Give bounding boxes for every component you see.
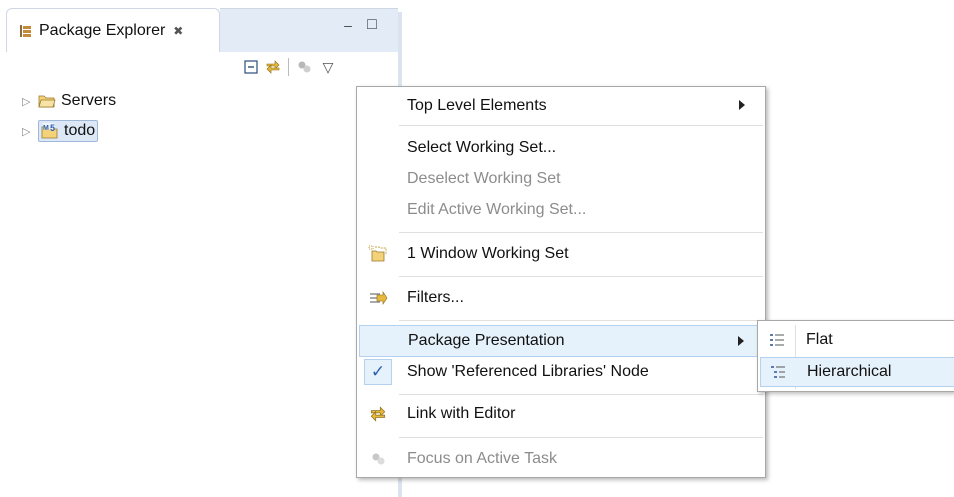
menu-separator (399, 394, 763, 395)
menu-item-select-working-set[interactable]: Select Working Set... (359, 133, 763, 163)
collapse-all-icon[interactable] (240, 56, 262, 78)
web-project-icon: M5 (41, 123, 59, 139)
tab-title: Package Explorer (39, 21, 166, 39)
menu-item-package-presentation[interactable]: Package Presentation (359, 325, 763, 357)
menu-item-label: Select Working Set... (407, 139, 557, 156)
menu-item-focus-on-active-task[interactable]: Focus on Active Task (359, 444, 763, 474)
checkmark-icon: ✓ (364, 359, 392, 385)
tree-item-servers[interactable]: ▷ Servers (22, 88, 116, 114)
package-presentation-submenu: Flat Hierarchical (757, 320, 954, 392)
focus-task-icon[interactable] (293, 56, 315, 78)
submenu-item-hierarchical[interactable]: Hierarchical (760, 357, 954, 387)
expand-icon[interactable]: ▷ (22, 95, 38, 108)
menu-item-deselect-working-set[interactable]: Deselect Working Set (359, 164, 763, 194)
tab-package-explorer[interactable]: Package Explorer ✖ (6, 8, 220, 52)
menu-item-label: Link with Editor (407, 405, 516, 422)
tree-item-label: Servers (61, 92, 117, 109)
focus-task-icon (359, 444, 397, 474)
submenu-item-label: Flat (806, 331, 833, 348)
menu-item-show-referenced-libraries[interactable]: ✓ Show 'Referenced Libraries' Node (359, 357, 763, 387)
expand-icon[interactable]: ▷ (22, 125, 38, 138)
package-explorer-view: Package Explorer ✖ – □ ▽ ▷ Servers ▷ M 5… (0, 0, 402, 497)
toolbar-separator (288, 58, 289, 76)
menu-item-label: Top Level Elements (407, 97, 547, 114)
submenu-arrow-icon (739, 100, 745, 110)
menu-item-link-with-editor[interactable]: Link with Editor (359, 399, 763, 429)
svg-text:M: M (43, 125, 49, 132)
minimize-icon[interactable]: – (340, 18, 356, 34)
view-menu-dropdown: Top Level Elements Select Working Set...… (356, 86, 766, 478)
tree-item-todo[interactable]: ▷ M5 todo (22, 118, 116, 144)
view-menu-icon[interactable]: ▽ (315, 56, 341, 78)
svg-text:5: 5 (50, 123, 55, 133)
menu-item-label: Deselect Working Set (407, 170, 561, 187)
menu-item-label: Edit Active Working Set... (407, 201, 587, 218)
menu-item-window-working-set[interactable]: 1 Window Working Set (359, 239, 763, 269)
flat-layout-icon (760, 333, 794, 347)
folder-icon (38, 93, 56, 109)
menu-separator (399, 276, 763, 277)
maximize-icon[interactable]: □ (364, 17, 380, 34)
menu-separator (399, 232, 763, 233)
menu-item-label: Package Presentation (408, 332, 565, 349)
hierarchical-layout-icon (761, 365, 795, 379)
close-icon[interactable]: ✖ (173, 24, 183, 38)
submenu-item-flat[interactable]: Flat (760, 325, 954, 355)
view-tabbar: Package Explorer ✖ – □ (0, 0, 402, 52)
package-explorer-icon (19, 24, 33, 38)
tree-item-label: todo (64, 122, 96, 139)
menu-item-edit-active-working-set[interactable]: Edit Active Working Set... (359, 195, 763, 225)
menu-separator (399, 125, 763, 126)
menu-item-label: Show 'Referenced Libraries' Node (407, 363, 649, 380)
link-with-editor-icon (359, 399, 397, 429)
menu-item-top-level-elements[interactable]: Top Level Elements (359, 91, 763, 121)
view-toolbar: ▽ (240, 56, 341, 78)
working-set-icon (359, 239, 397, 269)
menu-separator (399, 437, 763, 438)
link-with-editor-icon[interactable] (262, 56, 284, 78)
menu-item-label: 1 Window Working Set (407, 245, 569, 262)
menu-separator (399, 320, 763, 321)
menu-item-label: Focus on Active Task (407, 450, 557, 467)
submenu-item-label: Hierarchical (807, 363, 892, 380)
submenu-arrow-icon (738, 336, 744, 346)
project-tree: ▷ Servers ▷ M5 todo (22, 88, 116, 148)
selection-highlight: M5 todo (38, 120, 99, 142)
filters-icon (359, 283, 397, 313)
menu-item-label: Filters... (407, 289, 464, 306)
menu-item-filters[interactable]: Filters... (359, 283, 763, 313)
